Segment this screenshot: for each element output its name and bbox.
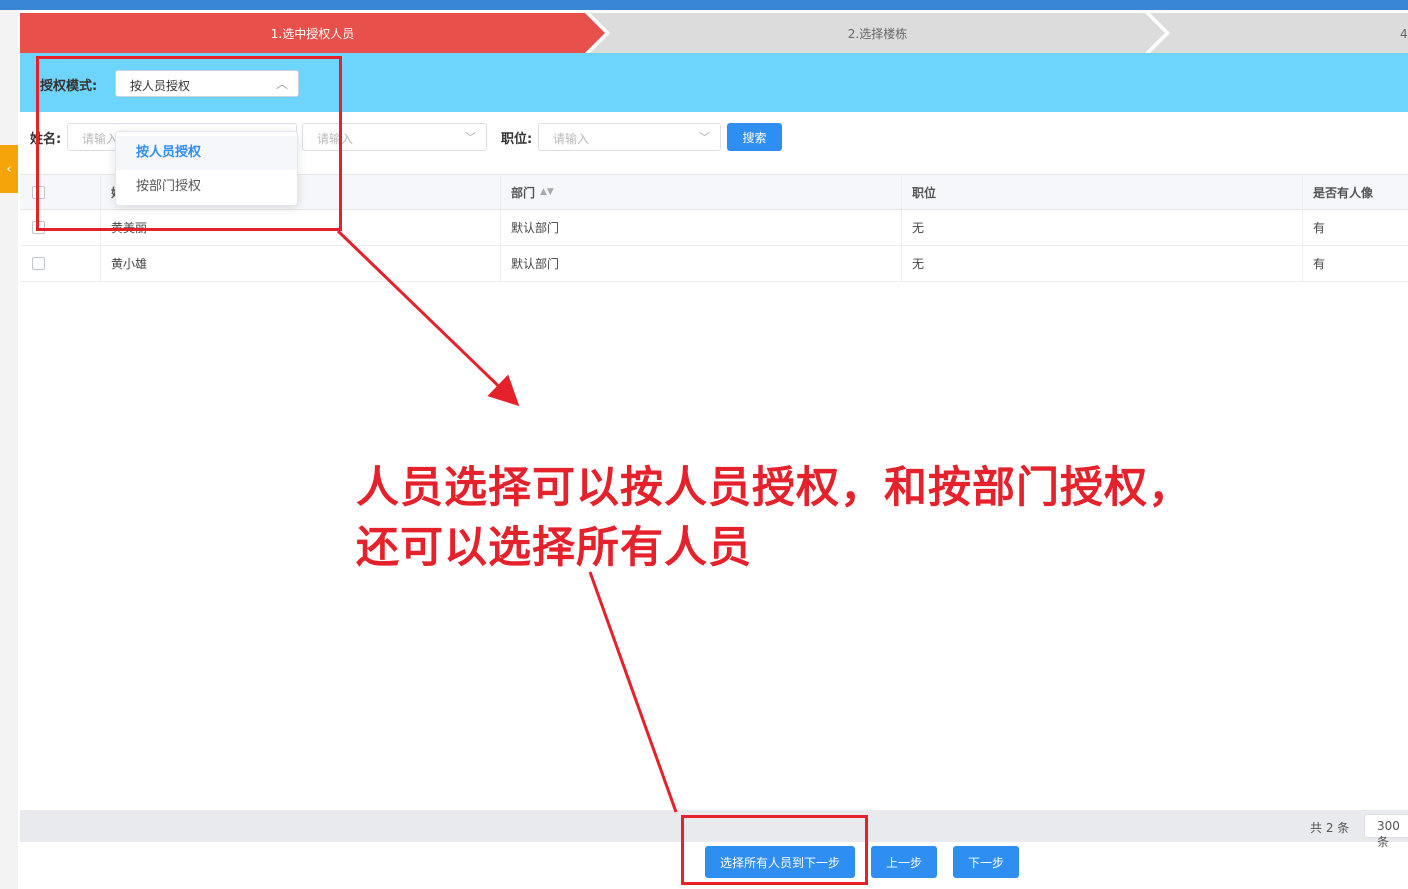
annotation-arrows — [336, 229, 678, 813]
annotation-arrow-1 — [336, 229, 520, 407]
annotation-arrow-2 — [588, 571, 678, 813]
annotation-text: 人员选择可以按人员授权，和按部门授权， 还可以选择所有人员 — [356, 463, 1192, 573]
